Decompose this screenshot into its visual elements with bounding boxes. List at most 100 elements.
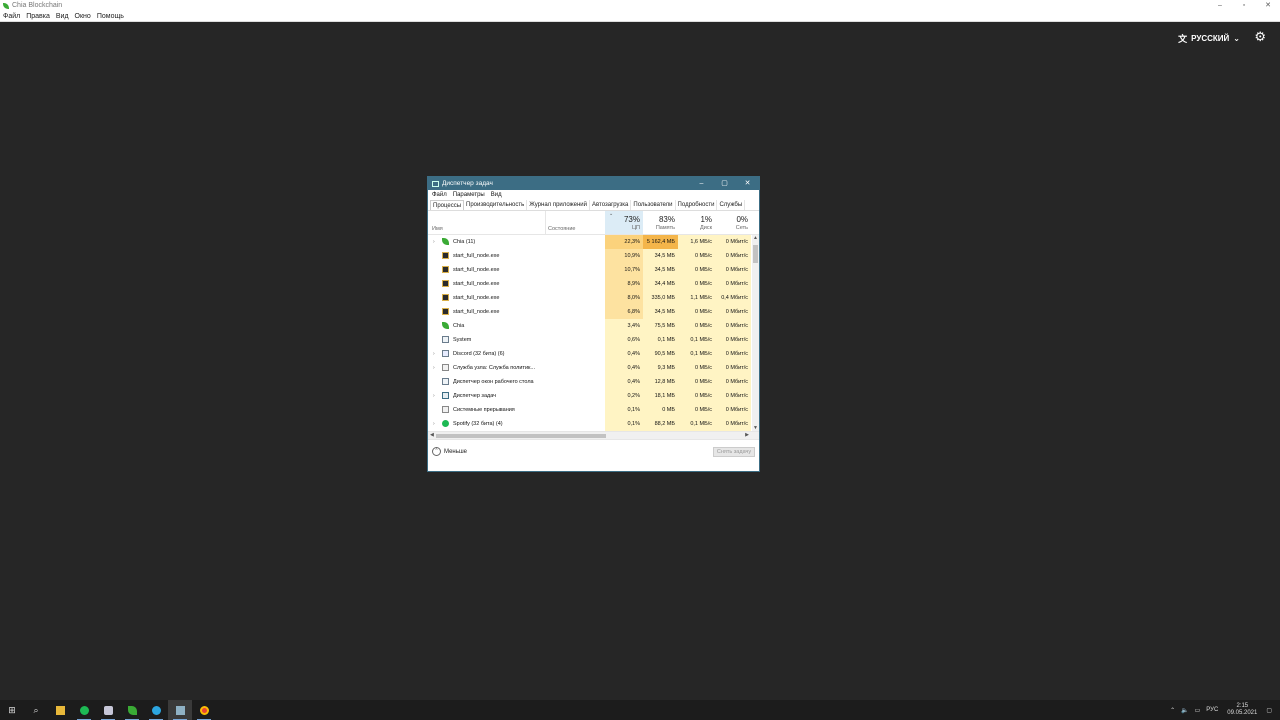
settings-gear-icon[interactable]: ⚙ [1254, 29, 1266, 45]
process-icon [442, 294, 449, 301]
column-divider [545, 211, 546, 234]
start-button[interactable]: ⊞ [0, 700, 24, 720]
tm-menu-file[interactable]: Файл [432, 192, 447, 198]
tray-lang[interactable]: РУС [1206, 707, 1218, 713]
tm-close-button[interactable]: ✕ [736, 177, 759, 190]
column-name[interactable]: Имя [432, 226, 443, 232]
folder-icon [55, 705, 65, 715]
disk-cell: 1,1 МБ/с [678, 291, 715, 305]
process-row[interactable]: start_full_node.exe 8,9% 34,4 МБ 0 МБ/с 0 Мб… [428, 277, 754, 291]
cpu-cell: 3,4% [605, 319, 643, 333]
volume-icon[interactable]: 🔈 [1181, 707, 1188, 714]
process-row[interactable]: start_full_node.exe 10,9% 34,5 МБ 0 МБ/с 0 М… [428, 249, 754, 263]
memory-cell: 34,5 МБ [643, 305, 678, 319]
tab-processes[interactable]: Процессы [430, 200, 465, 210]
expand-chevron-icon[interactable]: › [433, 365, 435, 371]
process-row[interactable]: › Discord (32 бита) (6) 0,4% 90,5 МБ 0,1 МБ/… [428, 347, 754, 361]
menu-help[interactable]: Помощь [97, 13, 124, 20]
cpu-cell: 0,4% [605, 375, 643, 389]
chia-logo-icon [3, 2, 9, 9]
app-icon [103, 705, 113, 715]
column-disk[interactable]: 1% Диск [678, 211, 715, 234]
menu-view[interactable]: Вид [56, 13, 69, 20]
cpu-cell: 8,9% [605, 277, 643, 291]
expand-chevron-icon[interactable]: › [433, 393, 435, 399]
chevron-up-icon: ⌃ [432, 447, 441, 456]
process-icon [442, 252, 449, 259]
tab-app-history[interactable]: Журнал приложений [527, 200, 590, 210]
language-selector[interactable]: 文 РУССКИЙ ⌄ [1178, 32, 1240, 45]
column-network[interactable]: 0% Сеть [715, 211, 751, 234]
scroll-left-icon[interactable]: ◀ [430, 432, 434, 438]
scroll-right-icon[interactable]: ▶ [745, 432, 749, 438]
notifications-icon[interactable]: ▢ [1266, 707, 1272, 714]
menu-edit[interactable]: Правка [26, 13, 50, 20]
sort-arrow-icon: ⌄ [609, 211, 614, 217]
disk-total: 1% [700, 215, 712, 224]
taskbar-explorer[interactable] [48, 700, 72, 720]
process-row[interactable]: Системные прерывания 0,1% 0 МБ 0 МБ/с 0 Мбит… [428, 403, 754, 417]
tab-users[interactable]: Пользователи [631, 200, 676, 210]
end-task-button[interactable]: Снять задачу [713, 447, 755, 457]
process-name: Spotify (32 бита) (4) [453, 421, 503, 427]
taskbar-chia[interactable] [120, 700, 144, 720]
taskbar-app[interactable] [96, 700, 120, 720]
tm-minimize-button[interactable]: – [690, 177, 713, 190]
tab-services[interactable]: Службы [717, 200, 746, 210]
process-row[interactable]: start_full_node.exe 10,7% 34,5 МБ 0 МБ/с 0 М… [428, 263, 754, 277]
memory-label: Память [655, 225, 675, 231]
h-scroll-thumb[interactable] [436, 434, 606, 438]
close-button[interactable]: ✕ [1256, 0, 1280, 11]
network-cell: 0 Мбит/с [715, 417, 751, 431]
minimize-button[interactable]: – [1208, 0, 1232, 11]
network-icon[interactable]: ▭ [1195, 707, 1201, 714]
process-row[interactable]: › Spotify (32 бита) (4) 0,1% 88,2 МБ 0,1 МБ/… [428, 417, 754, 431]
cpu-cell: 22,3% [605, 235, 643, 249]
process-row[interactable]: System 0,6% 0,1 МБ 0,1 МБ/с 0 Мбит/с [428, 333, 754, 347]
process-row[interactable]: start_full_node.exe 6,8% 34,5 МБ 0 МБ/с 0 Мб… [428, 305, 754, 319]
process-row[interactable]: › Диспетчер задач 0,2% 18,1 МБ 0 МБ/с 0 Мбит/… [428, 389, 754, 403]
process-row[interactable]: › Chia (11) 22,3% 5 162,4 МБ 1,6 МБ/с 0 Мбит/… [428, 235, 754, 249]
tray-chevron-up-icon[interactable]: ⌃ [1170, 707, 1175, 714]
taskbar-task-manager[interactable] [168, 700, 192, 720]
task-manager-icon [175, 705, 185, 715]
process-row[interactable]: › Служба узла: Служба политик... 0,4% 9,3 М… [428, 361, 754, 375]
cpu-label: ЦП [631, 225, 640, 231]
expand-chevron-icon[interactable]: › [433, 351, 435, 357]
column-memory[interactable]: 83% Память [643, 211, 678, 234]
menu-file[interactable]: Файл [3, 13, 20, 20]
tm-maximize-button[interactable]: ▢ [713, 177, 736, 190]
process-table-header: Имя Состояние ⌄ 73% ЦП 83% Память 1% Дис… [428, 211, 759, 235]
column-state[interactable]: Состояние [548, 226, 575, 232]
process-name: System [453, 337, 472, 343]
taskbar-chrome[interactable] [192, 700, 216, 720]
process-icon [442, 266, 449, 273]
network-cell: 0 Мбит/с [715, 235, 751, 249]
memory-cell: 9,3 МБ [643, 361, 678, 375]
expand-chevron-icon[interactable]: › [433, 239, 435, 245]
process-row[interactable]: Chia 3,4% 75,5 МБ 0 МБ/с 0 Мбит/с [428, 319, 754, 333]
disk-cell: 0 МБ/с [678, 375, 715, 389]
taskbar-telegram[interactable] [144, 700, 168, 720]
tab-performance[interactable]: Производительность [464, 200, 528, 210]
menu-window[interactable]: Окно [75, 13, 91, 20]
search-button[interactable]: ⌕ [24, 700, 48, 720]
horizontal-scrollbar[interactable]: ◀ ▶ [428, 431, 759, 439]
network-cell: 0,4 Мбит/с [715, 291, 751, 305]
network-cell: 0 Мбит/с [715, 249, 751, 263]
tab-details[interactable]: Подробности [676, 200, 718, 210]
maximize-button[interactable]: ▫ [1232, 0, 1256, 11]
process-name: Системные прерывания [453, 407, 515, 413]
translate-icon: 文 [1178, 34, 1188, 44]
process-row[interactable]: start_full_node.exe 8,0% 335,0 МБ 1,1 МБ/с 0… [428, 291, 754, 305]
tm-menu-view[interactable]: Вид [491, 192, 502, 198]
process-row[interactable]: Диспетчер окон рабочего стола 0,4% 12,8 МБ… [428, 375, 754, 389]
taskbar-spotify[interactable] [72, 700, 96, 720]
column-cpu[interactable]: ⌄ 73% ЦП [605, 211, 643, 234]
expand-chevron-icon[interactable]: › [433, 421, 435, 427]
clock[interactable]: 2:15 09.05.2021 [1227, 703, 1257, 717]
process-name: start_full_node.exe [453, 309, 500, 315]
tm-menu-options[interactable]: Параметры [453, 192, 485, 198]
fewer-details-button[interactable]: ⌃ Меньше [432, 447, 467, 456]
tab-startup[interactable]: Автозагрузка [590, 200, 632, 210]
